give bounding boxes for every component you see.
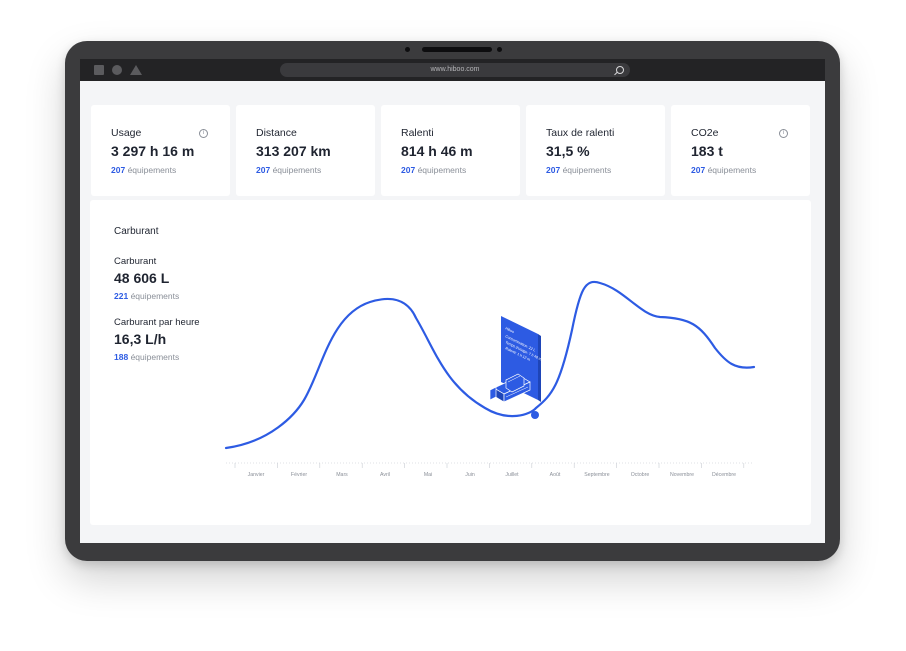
- kpi-value: 31,5 %: [546, 143, 590, 159]
- month-label: Septembre: [584, 472, 609, 478]
- address-bar[interactable]: www.hiboo.com: [280, 63, 630, 77]
- month-label: Janvier: [248, 472, 265, 478]
- sign-edge: [538, 334, 541, 402]
- month-label: Mai: [424, 472, 432, 478]
- month-label: Novembre: [670, 472, 694, 478]
- equipment-count: 207: [256, 165, 271, 175]
- tablet-frame: www.hiboo.com Usage i 3 297 h 16 m 207 é…: [65, 41, 840, 561]
- equipment-count: 207: [691, 165, 706, 175]
- month-label: Avril: [380, 472, 390, 478]
- kpi-card-usage[interactable]: Usage i 3 297 h 16 m 207 équipements: [91, 105, 230, 196]
- equipment-unit: équipements: [127, 165, 177, 175]
- x-axis-ticks: [234, 463, 745, 468]
- kpi-label: Usage: [111, 127, 142, 139]
- kpi-card-idle-rate[interactable]: Taux de ralenti 31,5 % 207 équipements: [526, 105, 665, 196]
- month-label: Décembre: [712, 472, 736, 478]
- circle-icon: [112, 65, 122, 75]
- kpi-card-distance[interactable]: Distance 313 207 km 207 équipements: [236, 105, 375, 196]
- equipment-count: 207: [401, 165, 416, 175]
- fuel-chart: Hiboo Consommation: 22 L Temps d'usage: …: [224, 280, 756, 478]
- kpi-value: 183 t: [691, 143, 723, 159]
- month-label: Juin: [465, 472, 475, 478]
- kpi-value: 3 297 h 16 m: [111, 143, 195, 159]
- month-label: Février: [291, 472, 307, 478]
- kpi-subtext: 207 équipements: [111, 165, 176, 175]
- fuel-panel: Carburant Carburant 48 606 L 221 équipem…: [90, 200, 811, 525]
- bulldozer-icon: [489, 373, 531, 403]
- kpi-label: Distance: [256, 127, 297, 139]
- kpi-card-idle[interactable]: Ralenti 814 h 46 m 207 équipements: [381, 105, 520, 196]
- x-axis-labels: Janvier Février Mars Avril Mai Juin Juil…: [248, 472, 736, 478]
- screen: www.hiboo.com Usage i 3 297 h 16 m 207 é…: [80, 59, 825, 543]
- kpi-subtext: 207 équipements: [256, 165, 321, 175]
- equipment-count: 207: [546, 165, 561, 175]
- triangle-icon: [130, 65, 142, 75]
- sensor-dot: [497, 47, 502, 52]
- equipment-count: 207: [111, 165, 126, 175]
- month-label: Mars: [336, 472, 348, 478]
- kpi-subtext: 207 équipements: [546, 165, 611, 175]
- kpi-subtext: 207 équipements: [691, 165, 756, 175]
- browser-toolbar: www.hiboo.com: [80, 59, 825, 81]
- info-icon[interactable]: i: [199, 129, 208, 138]
- camera-dot: [405, 47, 410, 52]
- month-label: Août: [550, 472, 561, 478]
- fuel-curve-line: [224, 280, 756, 450]
- selected-point[interactable]: [531, 411, 539, 419]
- month-label: Juillet: [505, 472, 519, 478]
- equipment-unit: équipements: [707, 165, 757, 175]
- kpi-value: 313 207 km: [256, 143, 331, 159]
- search-icon[interactable]: [616, 66, 624, 74]
- kpi-value: 814 h 46 m: [401, 143, 473, 159]
- speaker-bar: [422, 47, 492, 52]
- equipment-unit: équipements: [562, 165, 612, 175]
- kpi-label: Taux de ralenti: [546, 127, 615, 139]
- kpi-label: CO2e: [691, 127, 719, 139]
- info-icon[interactable]: i: [779, 129, 788, 138]
- equipment-unit: équipements: [417, 165, 467, 175]
- month-label: Octobre: [631, 472, 650, 478]
- kpi-label: Ralenti: [401, 127, 434, 139]
- equipment-unit: équipements: [272, 165, 322, 175]
- kpi-card-co2e[interactable]: CO2e i 183 t 207 équipements: [671, 105, 810, 196]
- url-text: www.hiboo.com: [430, 66, 480, 73]
- kpi-subtext: 207 équipements: [401, 165, 466, 175]
- square-icon: [94, 65, 104, 75]
